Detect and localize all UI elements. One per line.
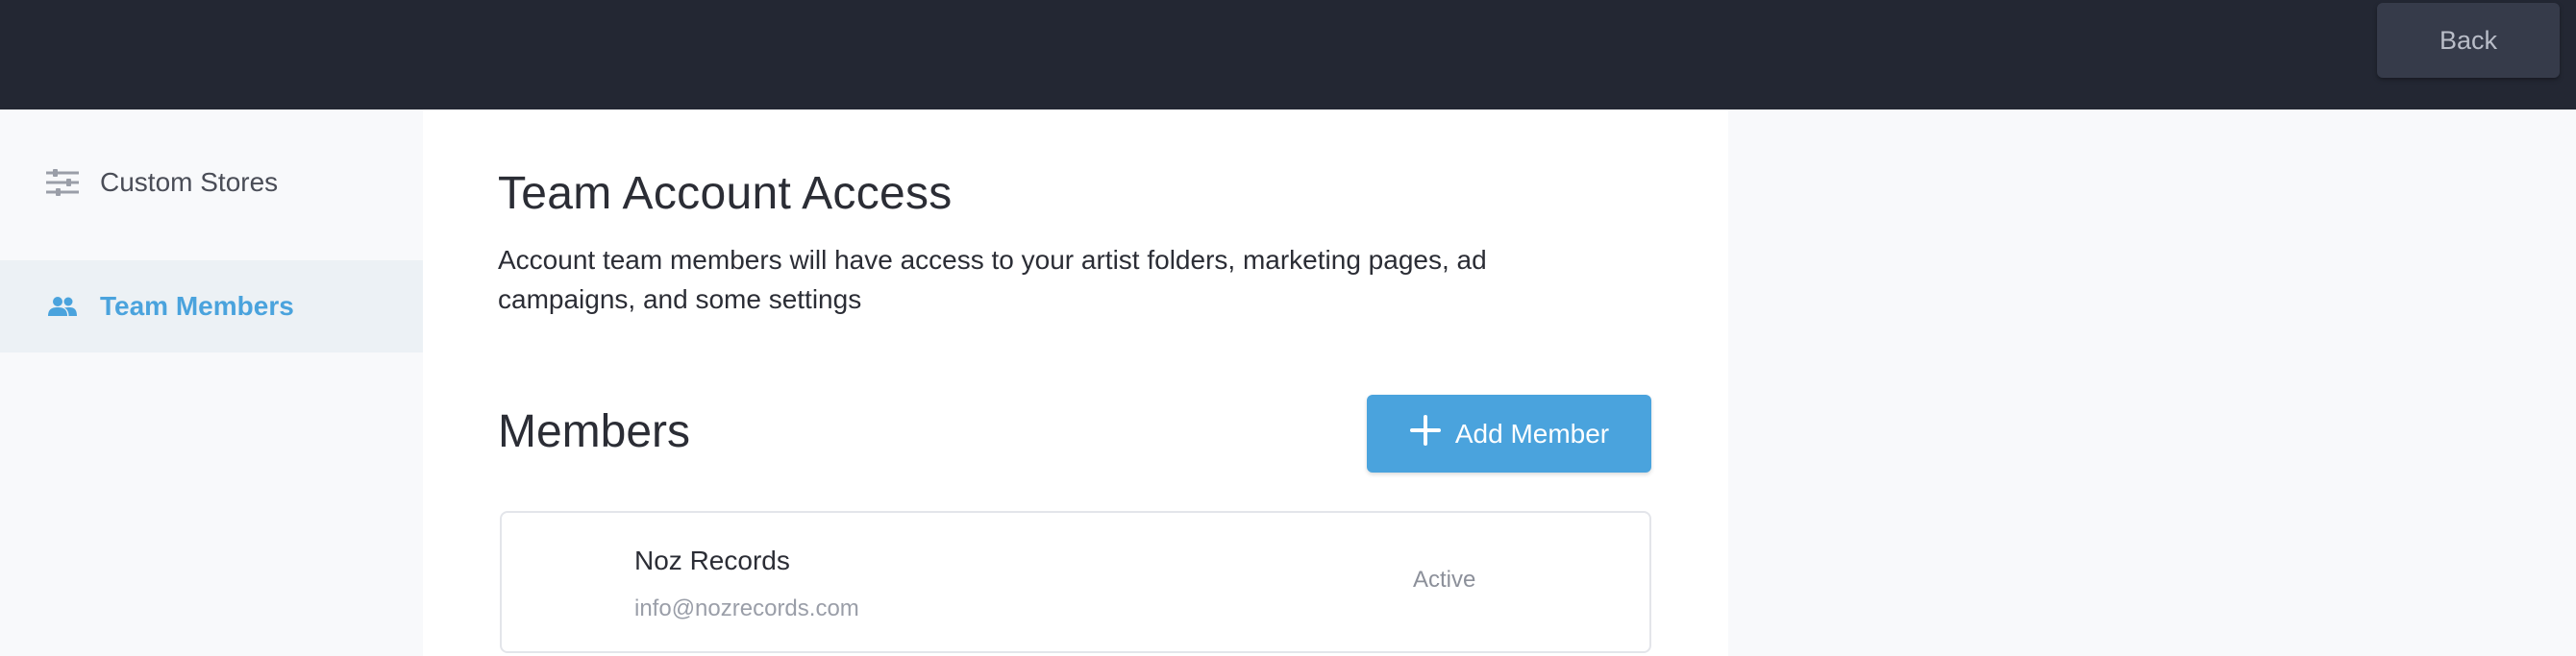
member-email: info@nozrecords.com — [634, 595, 859, 621]
main-panel: Team Account Access Account team members… — [423, 109, 1728, 656]
page-description: Account team members will have access to… — [498, 245, 1487, 314]
member-status: Active — [1413, 567, 1476, 593]
members-section-title: Members — [498, 406, 691, 457]
member-row[interactable]: Noz Records info@nozrecords.com Active — [500, 511, 1651, 653]
top-bar: Back — [0, 0, 2576, 109]
page-title: Team Account Access — [498, 168, 953, 219]
people-icon — [44, 291, 81, 322]
add-member-button[interactable]: Add Member — [1367, 395, 1651, 473]
sidebar: Custom Stores Team Members — [0, 109, 423, 656]
back-button[interactable]: Back — [2377, 3, 2560, 78]
plus-icon — [1409, 414, 1442, 453]
sidebar-item-team-members[interactable]: Team Members — [0, 260, 423, 352]
sidebar-item-label: Team Members — [100, 291, 294, 321]
sidebar-item-label: Custom Stores — [100, 167, 279, 197]
sidebar-item-custom-stores[interactable]: Custom Stores — [0, 136, 423, 229]
sliders-icon — [44, 167, 81, 198]
add-member-label: Add Member — [1454, 418, 1610, 449]
member-name: Noz Records — [634, 546, 790, 575]
